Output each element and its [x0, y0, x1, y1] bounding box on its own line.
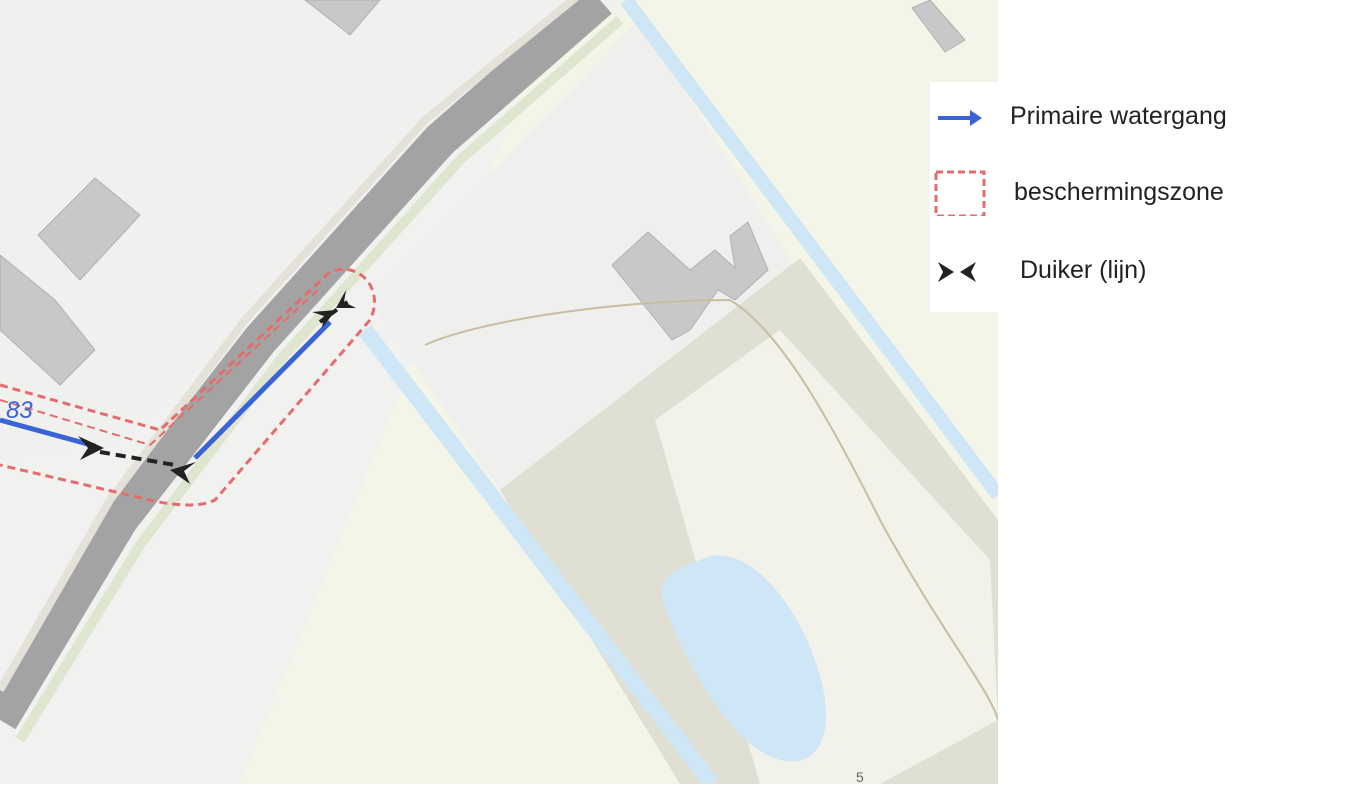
map-marker-text: 5	[856, 769, 864, 784]
duiker-chevrons-icon	[938, 262, 976, 282]
legend-item-beschermingszone: beschermingszone	[930, 168, 1350, 216]
map-legend: Primaire watergang beschermingszone Duik…	[930, 82, 1350, 312]
map-canvas[interactable]: 83 5	[0, 0, 998, 784]
dashed-red-square-icon	[934, 170, 986, 216]
legend-label: Duiker (lijn)	[1020, 256, 1147, 284]
legend-item-primaire-watergang: Primaire watergang	[930, 92, 1350, 140]
legend-item-duiker: Duiker (lijn)	[930, 246, 1350, 294]
legend-label: Primaire watergang	[1010, 102, 1227, 130]
blue-arrow-icon	[938, 110, 982, 126]
legend-label: beschermingszone	[1014, 178, 1224, 206]
segment-label: 83	[6, 397, 33, 424]
